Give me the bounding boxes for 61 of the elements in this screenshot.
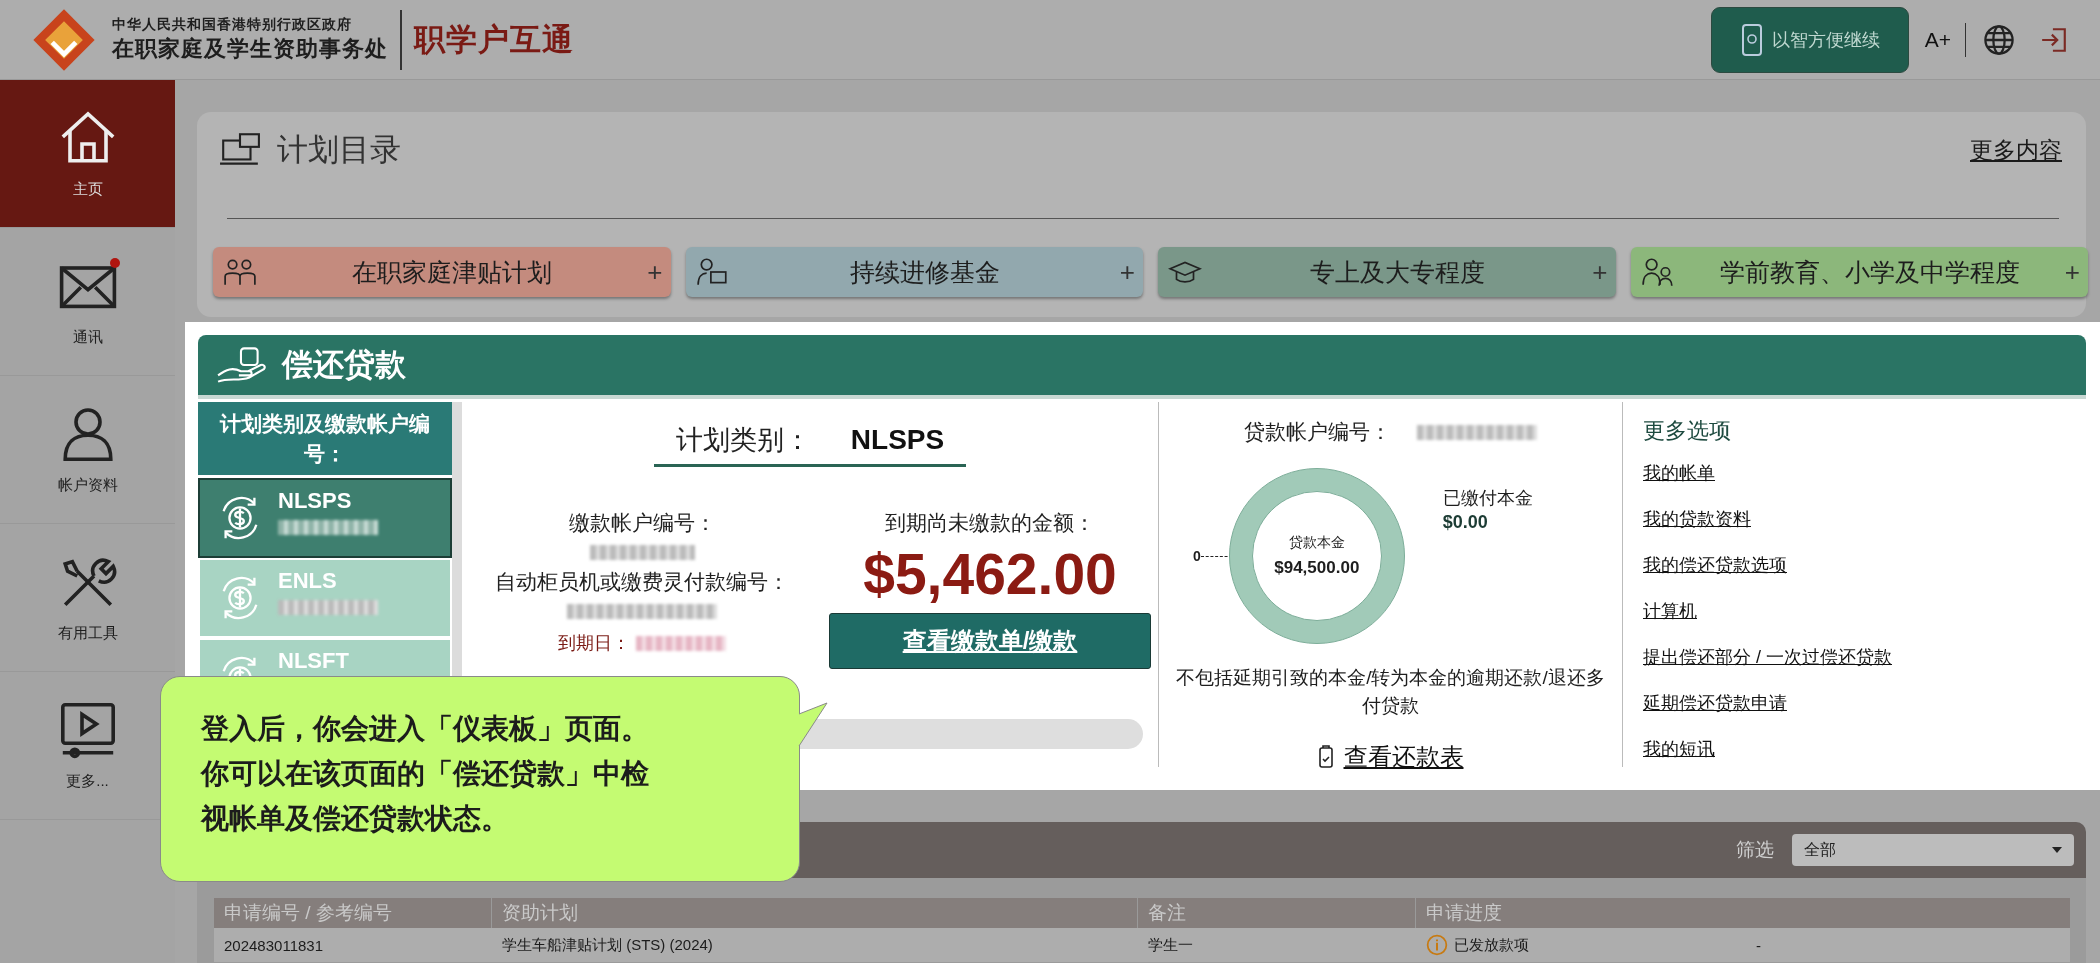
globe-icon[interactable] (1982, 22, 2016, 57)
hand-money-icon (216, 346, 268, 384)
view-bill-button[interactable]: 查看缴款单/缴款 (829, 613, 1151, 669)
continue-with-iam-smart-button[interactable]: 以智方便继续 (1710, 6, 1909, 73)
paid-amount: $0.00 (1442, 512, 1489, 533)
plan-category-button[interactable]: 专上及大专程度 + (1158, 247, 1616, 297)
caret-icon (2052, 847, 2062, 853)
status-text: 已发放款项 (1454, 935, 1529, 955)
callout-text: 登入后，你会进入「仪表板」页面。你可以在该页面的「偿还贷款」中检视帐单及偿还贷款状态。 (201, 712, 650, 836)
plan-category-button[interactable]: 在职家庭津贴计划 + (213, 247, 671, 297)
loan-scheme-item[interactable]: NLSPS (198, 478, 452, 558)
students-icon (1640, 257, 1675, 287)
chart-label: 贷款本金 (1288, 534, 1345, 552)
list-header: 计划类别及缴款帐户编号： (198, 402, 452, 478)
table-cell-text: 202483011831 (223, 936, 324, 954)
field-label: 到期尚未缴款的金额： (885, 510, 1095, 536)
plan-category-button[interactable]: 持续进修基金 + (685, 247, 1143, 297)
option-link[interactable]: 我的帐单 (1643, 461, 1715, 485)
chart-label: 0 (1193, 548, 1201, 564)
loan-amount: $94,500.00 (1274, 558, 1360, 578)
field-label: 贷款帐户编号： (1244, 419, 1391, 445)
chart-label: 已缴付本金 (1442, 487, 1533, 510)
outstanding-amount: $5,462.00 (863, 541, 1117, 607)
plan-category-button[interactable]: 学前教育、小学及中学程度 + (1630, 247, 2088, 297)
section-title: 计划目录 (277, 131, 401, 169)
option-link[interactable]: 提出偿还部分 / 一次过偿还贷款 (1643, 645, 1892, 669)
column-header: 申请进度 (1425, 901, 1503, 925)
person-laptop-icon (695, 257, 730, 287)
option-link[interactable]: 我的贷款资料 (1643, 507, 1751, 531)
logout-icon[interactable] (2040, 25, 2068, 54)
font-size-button[interactable]: A+ (1924, 27, 1951, 52)
table-cell-text: 学生车船津贴计划 (STS) (2024) (501, 935, 714, 955)
family-icon (223, 257, 257, 287)
section-title: 偿还贷款 (282, 346, 406, 384)
sidebar-item[interactable]: 有用工具 (0, 524, 175, 672)
table-cell-text: - (1755, 936, 1762, 954)
more-content-link[interactable]: 更多内容 (1970, 134, 2062, 166)
org-name-line: 中华人民共和国香港特别行政区政府 (112, 15, 353, 34)
info-icon (1426, 934, 1448, 956)
field-label: 到期日： (558, 632, 630, 655)
sidebar-item[interactable]: 帐户资料 (0, 376, 175, 524)
table-cell-text: 学生一 (1147, 935, 1194, 955)
filter-dropdown[interactable]: 全部 (1792, 834, 2074, 866)
filter-label: 筛选 (1736, 838, 1774, 862)
option-link[interactable]: 延期偿还贷款申请 (1643, 691, 1787, 715)
clipboard-icon (1317, 745, 1334, 770)
org-name: 在职家庭及学生资助事务处 (112, 34, 388, 63)
phone-icon (1739, 22, 1764, 57)
field-label: 缴款帐户编号： (568, 510, 716, 536)
option-link[interactable]: 计算机 (1643, 599, 1697, 623)
more-options-title: 更多选项 (1643, 417, 1731, 445)
field-label: 自动柜员机或缴费灵付款编号： (495, 569, 789, 595)
option-link[interactable]: 我的短讯 (1643, 737, 1715, 761)
note-text: 不包括延期引致的本金/转为本金的逾期还款/退还多付贷款 (1175, 666, 1606, 718)
sidebar-item[interactable]: 通讯 (0, 228, 175, 376)
option-link[interactable]: 我的偿还贷款选项 (1643, 553, 1787, 577)
repayment-schedule-link[interactable]: 查看还款表 (1343, 741, 1464, 774)
scheme-heading: 计划类别： NLSPS (653, 422, 967, 467)
sidebar-item[interactable]: 主页 (0, 80, 175, 228)
laptop-chat-icon (219, 132, 261, 168)
app-title: 职学户互通 (414, 20, 574, 59)
